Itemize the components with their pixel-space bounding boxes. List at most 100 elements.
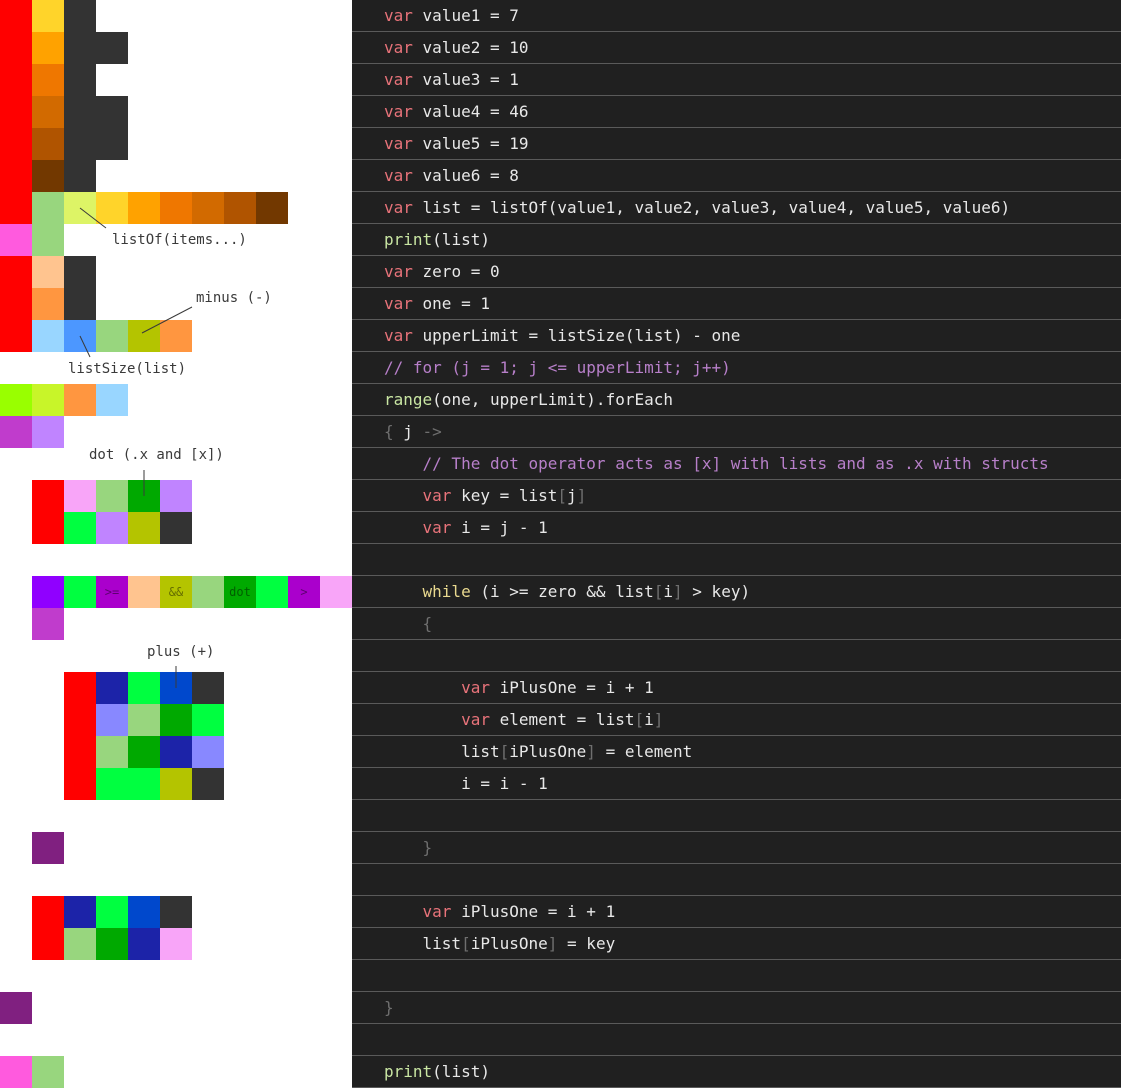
color-block [0, 384, 32, 416]
color-block [64, 768, 96, 800]
color-block [0, 416, 32, 448]
color-block [0, 96, 32, 128]
color-block [160, 928, 192, 960]
color-block [128, 704, 160, 736]
code-line-text: // The dot operator acts as [x] with lis… [384, 448, 1049, 480]
color-block [32, 416, 64, 448]
code-line: // for (j = 1; j <= upperLimit; j++) [352, 352, 1121, 384]
code-line: var list = listOf(value1, value2, value3… [352, 192, 1121, 224]
code-line: var element = list[i] [352, 704, 1121, 736]
code-token: i = j - 1 [451, 518, 548, 537]
color-block [256, 192, 288, 224]
code-token: range [384, 390, 433, 409]
code-line-text: } [384, 992, 394, 1024]
code-token: var [384, 198, 413, 217]
annotation-listof: listOf(items...) [112, 232, 247, 248]
color-block [0, 256, 32, 288]
color-block [128, 896, 160, 928]
code-line: var iPlusOne = i + 1 [352, 672, 1121, 704]
code-line-text: var value6 = 8 [384, 160, 519, 192]
code-token: var [384, 262, 413, 281]
color-block [160, 512, 192, 544]
code-token: zero = 0 [412, 262, 500, 281]
color-block [128, 576, 160, 608]
color-block: dot [224, 576, 256, 608]
code-line [352, 544, 1121, 576]
code-token: key = list [451, 486, 558, 505]
code-token: var [384, 6, 413, 25]
color-block [128, 736, 160, 768]
color-block [160, 896, 192, 928]
color-block [128, 768, 160, 800]
color-block [32, 224, 64, 256]
color-block [32, 0, 64, 32]
code-token: { [384, 422, 404, 441]
color-block [128, 928, 160, 960]
code-token: value2 = 10 [412, 38, 529, 57]
color-block [64, 576, 96, 608]
code-token: [ [499, 742, 510, 761]
color-block [192, 192, 224, 224]
code-token: print [384, 230, 433, 249]
annotation-listsize: listSize(list) [68, 361, 187, 377]
code-token: (list) [432, 230, 490, 249]
color-block [64, 736, 96, 768]
code-token: (i >= zero && list [470, 582, 654, 601]
code-line: var key = list[j] [352, 480, 1121, 512]
color-block [32, 32, 64, 64]
code-line: var value4 = 46 [352, 96, 1121, 128]
code-line [352, 864, 1121, 896]
color-block [96, 320, 128, 352]
code-line-text: print(list) [384, 224, 490, 256]
color-block [32, 384, 64, 416]
color-block [32, 928, 64, 960]
code-line: } [352, 992, 1121, 1024]
color-block [64, 0, 96, 32]
code-line-text: var iPlusOne = i + 1 [384, 896, 616, 928]
code-token: [ [557, 486, 568, 505]
code-token: value3 = 1 [412, 70, 519, 89]
code-token: j [567, 486, 577, 505]
code-line-text: list[iPlusOne] = element [384, 736, 692, 768]
color-block [320, 576, 352, 608]
code-token: (one, upperLimit).forEach [432, 390, 673, 409]
code-token: var [422, 902, 452, 921]
block-visualization-panel: >= && dot > listOf(items...) minus (-) list… [0, 0, 352, 1088]
color-block [64, 160, 96, 192]
color-block [160, 768, 192, 800]
color-block [128, 192, 160, 224]
code-token: ] [576, 486, 587, 505]
color-block [64, 32, 96, 64]
color-block [192, 672, 224, 704]
code-line-text: var value5 = 19 [384, 128, 529, 160]
color-block [0, 0, 32, 32]
code-token: listOf [489, 198, 548, 217]
code-line: } [352, 832, 1121, 864]
code-line-text: // for (j = 1; j <= upperLimit; j++) [384, 352, 731, 384]
color-block [32, 320, 64, 352]
code-token: { [422, 614, 433, 633]
code-line: { j -> [352, 416, 1121, 448]
color-block [32, 1056, 64, 1088]
code-line: var value3 = 1 [352, 64, 1121, 96]
color-block: >= [96, 576, 128, 608]
code-line-text: var value3 = 1 [384, 64, 519, 96]
color-block [32, 96, 64, 128]
code-line-text: var i = j - 1 [384, 512, 548, 544]
color-block [96, 480, 128, 512]
code-line-text: var zero = 0 [384, 256, 500, 288]
code-line-text: var value2 = 10 [384, 32, 529, 64]
code-line-text: list[iPlusOne] = key [384, 928, 616, 960]
annotation-plus: plus (+) [147, 644, 215, 660]
code-line-text: while (i >= zero && list[i] > key) [384, 576, 751, 608]
code-line-text: var one = 1 [384, 288, 490, 320]
color-block [160, 320, 192, 352]
color-block [64, 480, 96, 512]
